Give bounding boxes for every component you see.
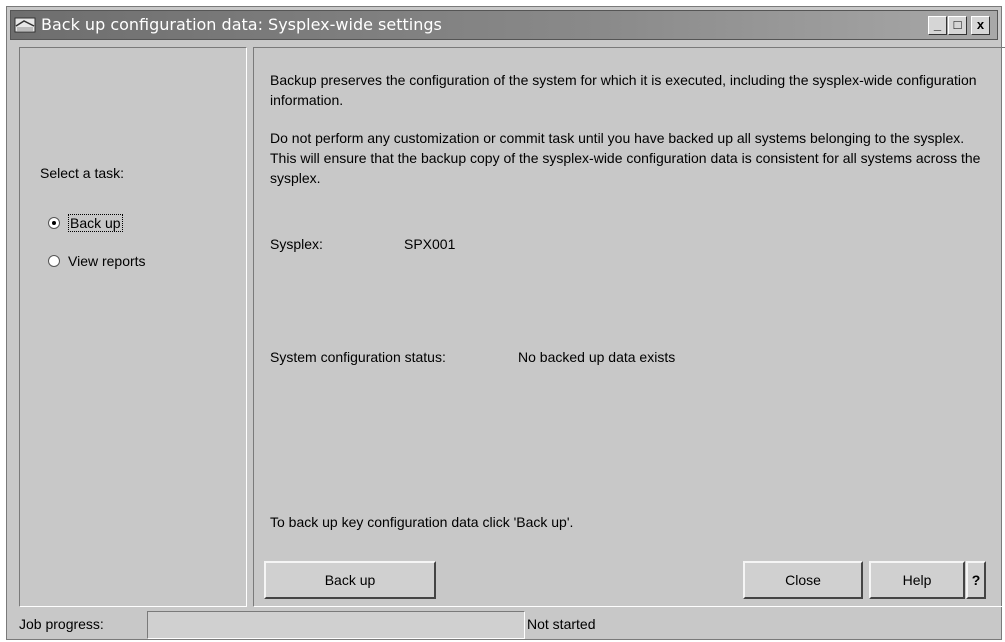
task-option-backup-label[interactable]: Back up <box>68 214 123 232</box>
job-progress-bar <box>147 611 525 639</box>
radio-backup[interactable] <box>48 217 60 229</box>
help-button[interactable]: Help <box>869 561 965 599</box>
radio-view-reports[interactable] <box>48 255 60 267</box>
config-status-label: System configuration status: <box>270 349 446 365</box>
backup-instruction: To back up key configuration data click … <box>270 514 574 530</box>
task-content-panel: Backup preserves the configuration of th… <box>253 47 1005 607</box>
sysplex-value: SPX001 <box>404 236 456 252</box>
config-app-icon <box>14 15 38 35</box>
select-task-label: Select a task: <box>40 165 125 181</box>
backup-warning: Do not perform any customization or comm… <box>270 130 981 186</box>
minimize-button[interactable]: _ <box>928 16 947 35</box>
task-option-view-reports[interactable]: View reports <box>48 253 146 269</box>
window-title: Back up configuration data: Sysplex-wide… <box>41 15 442 34</box>
title-bar[interactable]: Back up configuration data: Sysplex-wide… <box>10 10 998 40</box>
context-help-button[interactable]: ? <box>966 561 986 599</box>
job-status: Not started <box>527 616 596 632</box>
sysplex-label: Sysplex: <box>270 236 323 252</box>
config-status-value: No backed up data exists <box>518 349 676 365</box>
backup-description: Backup preserves the configuration of th… <box>270 72 977 108</box>
backup-button[interactable]: Back up <box>264 561 436 599</box>
main-window: Back up configuration data: Sysplex-wide… <box>6 6 1005 640</box>
task-selection-panel: Select a task: Back up View reports <box>19 47 247 607</box>
close-button[interactable]: Close <box>743 561 863 599</box>
job-progress-label: Job progress: <box>19 616 104 632</box>
close-window-button[interactable]: x <box>971 16 990 35</box>
task-option-view-reports-label[interactable]: View reports <box>68 253 146 269</box>
task-option-backup[interactable]: Back up <box>48 214 123 232</box>
maximize-button[interactable]: □ <box>948 16 967 35</box>
